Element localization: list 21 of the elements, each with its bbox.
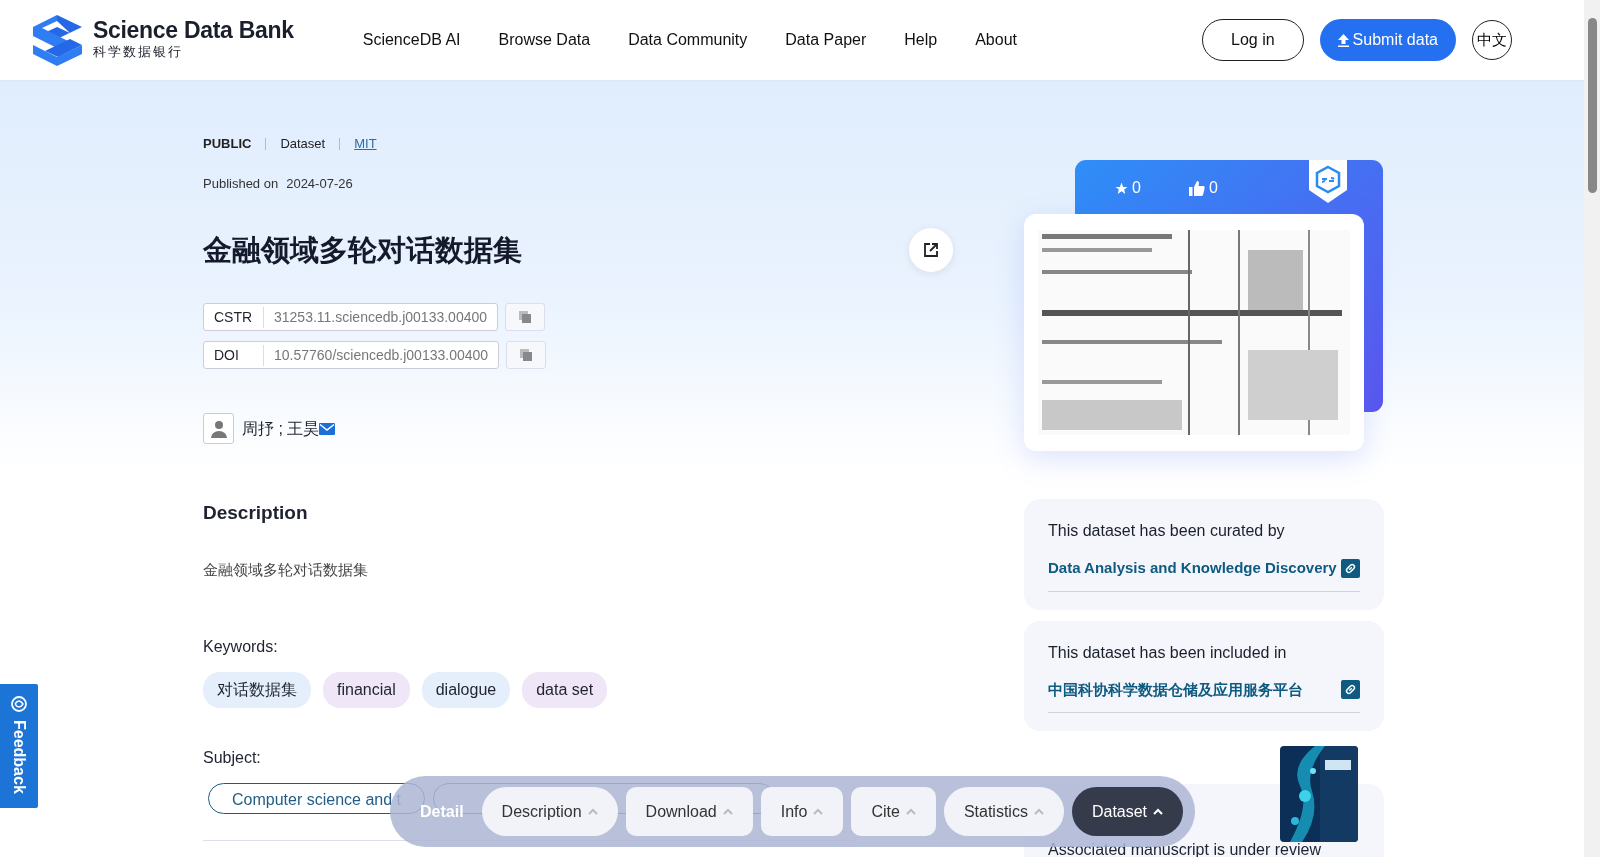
- keywords-label: Keywords:: [203, 637, 279, 658]
- card-heading: This dataset has been curated by: [1048, 521, 1286, 541]
- like-count: 0: [1208, 178, 1218, 198]
- subject-label: Subject:: [203, 748, 262, 769]
- identifier-label: CSTR: [204, 306, 264, 328]
- published-date: 2024-07-26: [286, 174, 353, 193]
- identifier-label: DOI: [204, 344, 264, 366]
- logo-subtitle: 科学数据银行: [93, 42, 184, 61]
- logo-title: Science Data Bank: [93, 18, 294, 42]
- access-label: PUBLIC: [203, 135, 252, 153]
- detail-label: Detail: [420, 801, 464, 822]
- identifier-value: 10.57760/sciencedb.j00133.00400: [273, 345, 490, 365]
- published-label: Published on: [203, 174, 279, 193]
- author-names: 周抒 ; 王昊: [242, 418, 320, 439]
- description-text: 金融领域多轮对话数据集: [203, 559, 369, 580]
- identifier-value: 31253.11.sciencedb.j00133.00400: [273, 307, 489, 327]
- section-heading: Description: [203, 502, 309, 525]
- type-label: Dataset: [280, 135, 326, 153]
- card-heading: This dataset has been included in: [1048, 642, 1288, 663]
- dataset-title: 金融领域多轮对话数据集: [203, 232, 522, 268]
- favorite-count: 0: [1132, 178, 1141, 198]
